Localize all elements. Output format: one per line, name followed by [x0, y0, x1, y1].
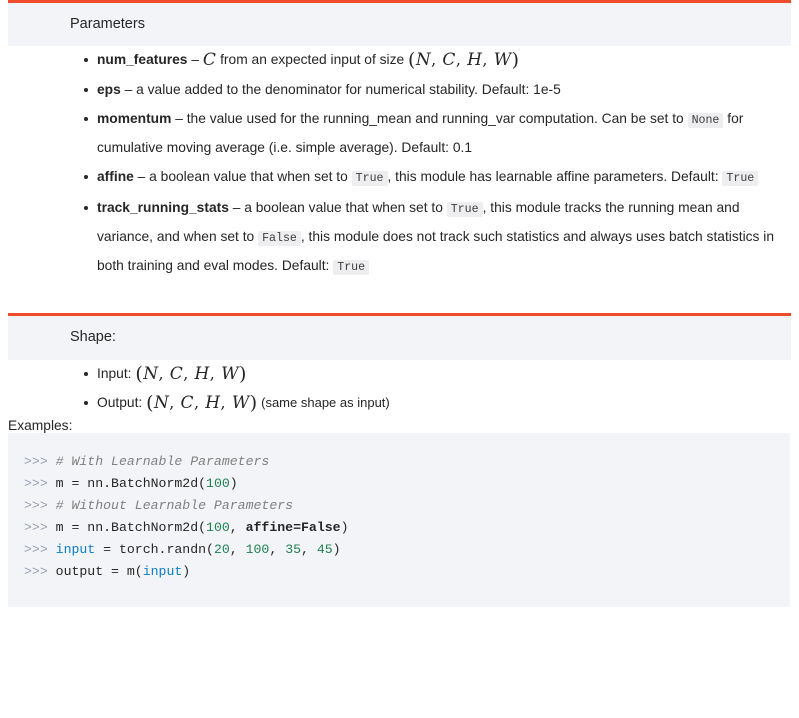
math-expression: (N, C, H, W)	[135, 362, 247, 385]
inline-literal: False	[258, 231, 301, 247]
shape-header-block: Shape:	[8, 313, 791, 360]
code-token-punct: ,	[229, 541, 246, 557]
parameter-dash: –	[171, 111, 183, 127]
inline-literal: True	[333, 260, 370, 276]
shape-item-label: Output:	[97, 394, 143, 410]
code-token-punct: ,	[269, 541, 286, 557]
shape-item: Output: (N, C, H, W) (same shape as inpu…	[0, 389, 799, 417]
parameter-text: , this module has learnable affine param…	[387, 169, 723, 185]
parameter-text: a value added to the denominator for num…	[132, 82, 561, 98]
shape-title: Shape:	[70, 329, 116, 346]
parameter-item: track_running_stats – a boolean value th…	[0, 194, 799, 281]
code-token-punct: )	[229, 475, 238, 491]
doc-page: Parameters num_features – C from an expe…	[0, 0, 799, 718]
code-token-num: 100	[206, 475, 230, 491]
code-token-plain: output = m(	[55, 563, 143, 579]
parameter-dash: –	[228, 200, 241, 216]
code-token-punct: )	[332, 541, 341, 557]
shape-section: Shape: Input: (N, C, H, W) Output: (N, C,…	[0, 313, 799, 417]
code-token-prompt: >>>	[24, 453, 56, 469]
code-token-plain: = torch.randn(	[95, 541, 214, 557]
parameter-name: num_features	[97, 52, 188, 68]
code-token-punct: )	[182, 563, 191, 579]
parameters-header-block: Parameters	[8, 0, 791, 47]
code-line: >>> # Without Learnable Parameters	[8, 495, 790, 517]
parameter-item: eps – a value added to the denominator f…	[0, 76, 799, 103]
parameter-dash: –	[133, 169, 146, 185]
shape-list: Input: (N, C, H, W) Output: (N, C, H, W) …	[0, 360, 799, 417]
math-expression: (N, C, H, W)	[146, 391, 258, 414]
code-token-num: 100	[206, 519, 230, 535]
code-token-num: 45	[316, 541, 333, 557]
code-token-plain: m = nn.BatchNorm2d(	[55, 519, 207, 535]
math-expression: C	[202, 50, 217, 71]
parameter-dash: –	[187, 52, 199, 68]
parameter-item: affine – a boolean value that when set t…	[0, 163, 799, 192]
code-token-name: input	[55, 541, 96, 557]
parameter-text: the value used for the running_mean and …	[182, 111, 688, 127]
code-line: >>> # With Learnable Parameters	[8, 451, 790, 473]
code-token-prompt: >>>	[24, 519, 56, 535]
shape-body: Input: (N, C, H, W) Output: (N, C, H, W) …	[0, 359, 799, 417]
parameter-text: a boolean value that when set to	[240, 200, 447, 216]
code-line: >>> output = m(input)	[8, 561, 790, 583]
code-token-comment: # With Learnable Parameters	[55, 453, 270, 469]
code-line: >>> m = nn.BatchNorm2d(100, affine=False…	[8, 517, 790, 539]
inline-literal: True	[446, 202, 483, 218]
code-token-prompt: >>>	[24, 497, 56, 513]
code-line: >>> input = torch.randn(20, 100, 35, 45)	[8, 539, 790, 561]
inline-literal: True	[351, 171, 388, 187]
inline-literal: True	[722, 171, 759, 187]
code-token-prompt: >>>	[24, 475, 56, 491]
code-token-bold: affine=False	[245, 519, 341, 535]
code-token-num: 20	[213, 541, 230, 557]
shape-item-suffix: (same shape as input)	[257, 394, 390, 410]
code-token-num: 35	[285, 541, 302, 557]
code-line: >>> m = nn.BatchNorm2d(100)	[8, 473, 790, 495]
parameters-body: num_features – C from an expected input …	[0, 46, 799, 282]
code-token-num: 100	[245, 541, 270, 557]
code-token-plain: m = nn.BatchNorm2d(	[55, 475, 207, 491]
shape-item: Input: (N, C, H, W)	[0, 360, 799, 388]
code-token-name: input	[142, 563, 183, 579]
math-expression: (N, C, H, W)	[408, 49, 520, 72]
code-token-punct: ,	[229, 519, 246, 535]
code-token-prompt: >>>	[24, 563, 56, 579]
parameter-text: a boolean value that when set to	[145, 169, 352, 185]
parameter-text: from an expected input of size	[216, 52, 408, 68]
code-token-comment: # Without Learnable Parameters	[55, 497, 294, 513]
inline-literal: None	[687, 113, 724, 129]
parameter-item: num_features – C from an expected input …	[0, 46, 799, 74]
shape-item-label: Input:	[97, 365, 132, 381]
parameters-title: Parameters	[70, 16, 145, 32]
parameters-list: num_features – C from an expected input …	[0, 46, 799, 281]
parameter-name: momentum	[97, 111, 172, 127]
parameters-section: Parameters num_features – C from an expe…	[0, 0, 799, 282]
code-token-punct: )	[340, 519, 349, 535]
parameter-item: momentum – the value used for the runnin…	[0, 105, 799, 161]
examples-label: Examples:	[8, 417, 73, 433]
parameter-dash: –	[120, 82, 133, 98]
code-token-prompt: >>>	[24, 541, 56, 557]
parameter-name: eps	[97, 82, 121, 98]
examples-section: Examples: >>> # With Learnable Parameter…	[0, 418, 799, 607]
code-token-punct: ,	[301, 541, 317, 557]
parameter-name: affine	[97, 169, 134, 185]
parameter-name: track_running_stats	[97, 200, 229, 216]
example-code-block[interactable]: >>> # With Learnable Parameters >>> m = n…	[8, 432, 790, 607]
